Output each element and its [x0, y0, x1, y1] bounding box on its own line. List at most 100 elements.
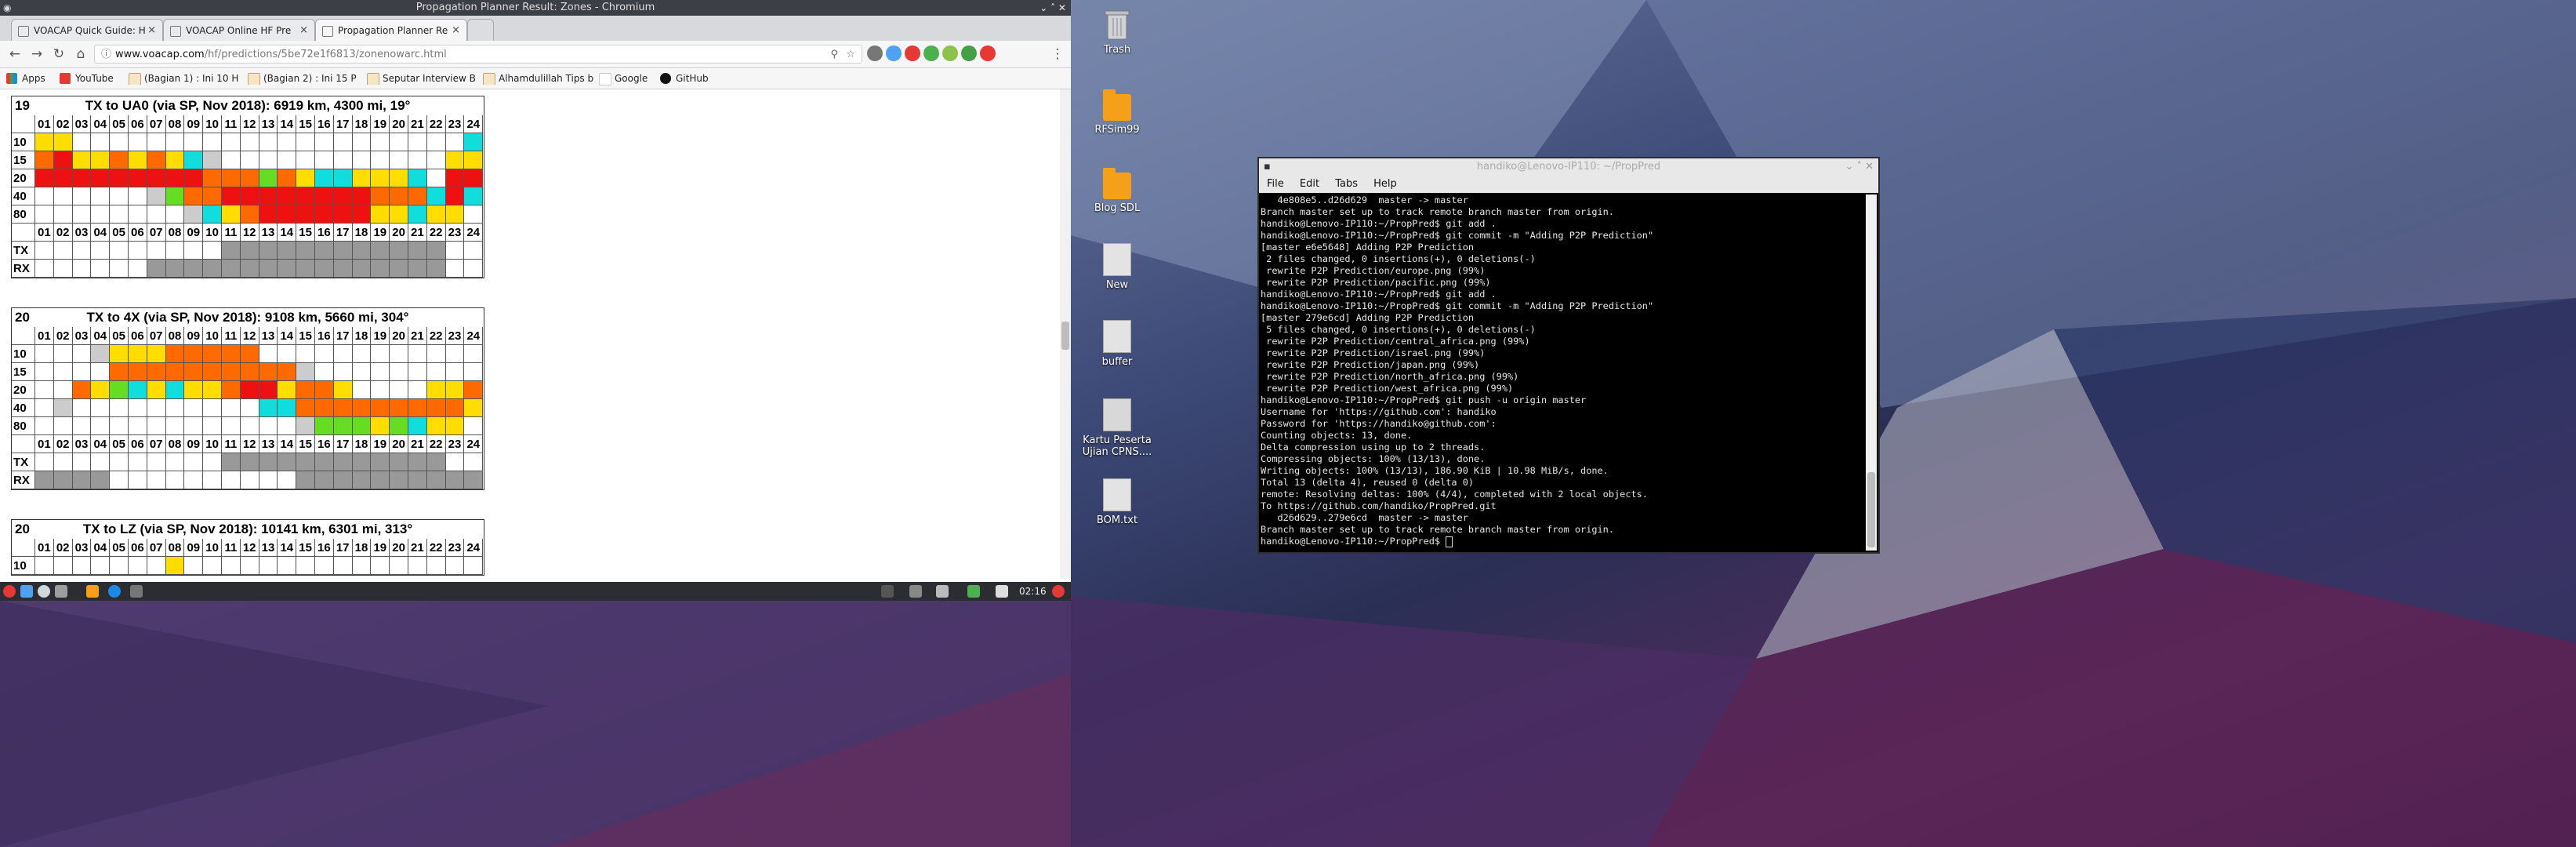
tab-propagation-planner[interactable]: Propagation Planner Re × [315, 19, 467, 41]
extension-icon[interactable] [980, 45, 996, 61]
prediction-cell [222, 363, 241, 381]
prediction-cell [296, 417, 315, 435]
terminal-task-icon[interactable] [130, 585, 143, 598]
extension-icon[interactable] [886, 45, 902, 61]
chromium-icon[interactable] [108, 585, 121, 598]
prediction-cell [333, 453, 353, 471]
extension-icon[interactable] [961, 45, 977, 61]
close-icon[interactable]: × [452, 20, 460, 41]
prediction-cell [315, 151, 334, 169]
hour-label: 21 [408, 224, 427, 242]
prediction-cell [110, 453, 129, 471]
prediction-cell [464, 363, 484, 381]
power-icon[interactable] [1052, 585, 1065, 598]
start-menu-icon[interactable] [3, 585, 16, 598]
bookmark-favicon-icon [367, 73, 379, 85]
prediction-cell [445, 242, 465, 260]
band-row: 15 [12, 363, 484, 381]
tab-voacap-quick-guide[interactable]: VOACAP Quick Guide: H × [11, 19, 163, 41]
terminal-scrollbar-thumb[interactable] [1867, 472, 1875, 547]
close-icon[interactable]: × [147, 20, 156, 41]
file-manager-icon[interactable] [86, 585, 99, 598]
window-icon[interactable] [881, 585, 894, 598]
prediction-cell [315, 345, 334, 363]
monitor-icon[interactable] [967, 585, 980, 598]
search-icon[interactable]: ⚲ [830, 45, 838, 64]
prediction-cell [91, 417, 111, 435]
extension-icon[interactable] [942, 45, 958, 61]
prediction-cell [445, 133, 465, 151]
reload-icon[interactable]: ↻ [50, 45, 67, 63]
forward-icon[interactable]: → [28, 45, 45, 63]
bookmark-apps[interactable]: Apps [6, 72, 45, 85]
prediction-cell [72, 453, 92, 471]
hour-label: 04 [91, 115, 111, 133]
menu-dots-icon[interactable]: ⋮ [1049, 45, 1066, 63]
text-file-icon [1103, 478, 1131, 511]
web-icon[interactable] [38, 585, 50, 598]
band-label: 80 [12, 205, 35, 224]
prediction-cell [147, 151, 166, 169]
extension-icon[interactable] [905, 45, 920, 61]
terminal-launcher-icon[interactable] [55, 585, 67, 598]
menu-edit[interactable]: Edit [1300, 178, 1319, 190]
rfsim99-desktop-icon[interactable]: RFSim99 [1082, 88, 1152, 136]
prediction-cell [110, 242, 129, 260]
page-scrollbar-thumb[interactable] [1061, 322, 1069, 350]
window-controls[interactable]: ⌄ ˄ ✕ [1845, 158, 1874, 176]
bookmark-seputar-interview[interactable]: Seputar Interview B [367, 72, 492, 85]
folder-icon [1103, 89, 1131, 121]
prediction-cell [408, 260, 427, 278]
bookmark-bagian-2[interactable]: (Bagian 2) : Ini 15 P [248, 72, 373, 85]
menu-help[interactable]: Help [1373, 178, 1397, 190]
bookmark-github[interactable]: GitHub [660, 72, 709, 85]
window-titlebar[interactable]: Propagation Planner Result: Zones - Chro… [0, 0, 1071, 16]
hour-label: 18 [352, 539, 372, 557]
band-row: RX [12, 471, 484, 489]
hour-label: 15 [296, 435, 315, 453]
band-row: 20 [12, 381, 484, 399]
kartu-peserta-desktop-icon[interactable]: Kartu Peserta Ujian CPNS.... [1082, 398, 1152, 458]
bookmark-alhamdulillah[interactable]: Alhamdulillah Tips b [483, 72, 608, 85]
terminal-titlebar[interactable]: handiko@Lenovo-IP110: ~/PropPred ▪ ⌄ ˄ ✕ [1259, 158, 1878, 176]
prediction-cell [371, 557, 390, 575]
prediction-cell [222, 417, 241, 435]
back-icon[interactable]: ← [6, 45, 24, 63]
trash-desktop-icon[interactable]: Trash [1082, 8, 1152, 56]
window-controls[interactable]: ⌄ ˄ ✕ [1039, 0, 1066, 16]
blog-sdl-desktop-icon[interactable]: Blog SDL [1082, 166, 1152, 214]
bookmark-bagian-1[interactable]: (Bagian 1) : Ini 10 H [129, 72, 254, 85]
tab-voacap-online[interactable]: VOACAP Online HF Pre × [163, 19, 315, 41]
extension-icon[interactable] [923, 45, 939, 61]
prediction-cell [35, 187, 54, 205]
menu-tabs[interactable]: Tabs [1335, 178, 1358, 190]
show-desktop-icon[interactable] [20, 585, 33, 598]
hour-label: 16 [315, 539, 334, 557]
buffer-desktop-icon[interactable]: buffer [1082, 320, 1152, 368]
band-row: 10 [12, 557, 484, 575]
hour-label: 01 [35, 435, 54, 453]
home-icon[interactable]: ⌂ [72, 45, 89, 63]
prediction-cell [165, 242, 185, 260]
menu-file[interactable]: File [1267, 178, 1284, 190]
prediction-cell [426, 453, 446, 471]
new-desktop-icon[interactable]: New [1082, 243, 1152, 291]
new-tab-button[interactable] [467, 19, 494, 41]
prediction-table: TX to UA0 (via SP, Nov 2018): 6919 km, 4… [11, 96, 484, 278]
volume-icon[interactable] [996, 585, 1008, 598]
address-bar[interactable]: ⓘ www.voacap.com/hf/predictions/5be72e1f… [94, 45, 862, 64]
bookmark-google[interactable]: Google [599, 72, 648, 85]
extension-icon[interactable] [867, 45, 883, 61]
terminal-output[interactable]: 4e808e5..d26d629 master -> master Branch… [1261, 194, 1863, 551]
prediction-cell [408, 363, 427, 381]
bookmark-youtube[interactable]: YouTube [60, 72, 114, 85]
clipboard-icon[interactable] [909, 585, 922, 598]
desktop-icon-label: Kartu Peserta Ujian CPNS.... [1082, 434, 1152, 458]
bookmark-star-icon[interactable]: ☆ [846, 45, 855, 64]
bom-txt-desktop-icon[interactable]: BOM.txt [1082, 478, 1152, 526]
close-icon[interactable]: × [299, 20, 308, 41]
prediction-cell [240, 399, 259, 417]
app-menu-icon[interactable]: ◉ [3, 0, 11, 16]
notes-icon[interactable] [936, 585, 949, 598]
prediction-cell [315, 471, 334, 489]
